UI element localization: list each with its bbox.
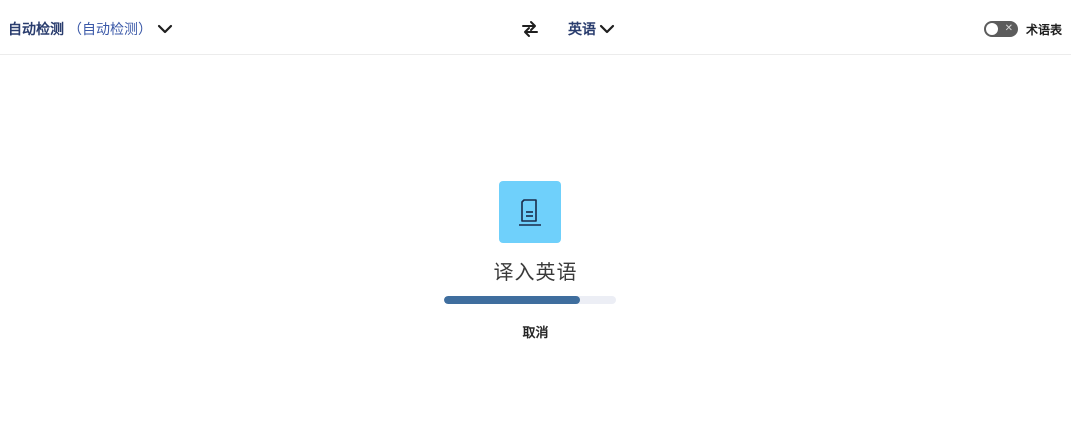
chevron-down-icon — [599, 24, 615, 34]
source-language-selector[interactable]: 自动检测 （自动检测） — [8, 18, 174, 40]
document-tile — [499, 181, 561, 243]
glossary-label: 术语表 — [1025, 22, 1062, 37]
target-language-selector[interactable]: 英语 — [568, 18, 616, 40]
detected-language-label: （自动检测） — [68, 22, 152, 38]
chevron-down-icon — [157, 24, 173, 34]
toggle-knob — [985, 23, 998, 35]
target-language-label: 英语 — [568, 22, 596, 38]
toolbar: 自动检测 （自动检测） 英语 ✕ 术语表 — [0, 0, 1071, 55]
toggle-off-icon: ✕ — [1004, 23, 1013, 34]
swap-arrows-icon — [522, 21, 538, 37]
source-language-label: 自动检测 — [8, 22, 64, 38]
glossary-control: ✕ 术语表 — [983, 19, 1062, 39]
cancel-button[interactable]: 取消 — [522, 326, 548, 341]
swap-languages-button[interactable] — [518, 17, 542, 41]
glossary-toggle[interactable]: ✕ — [983, 21, 1018, 37]
document-icon — [519, 199, 541, 226]
cancel-container: 取消 — [0, 322, 1071, 341]
translation-progress-bar — [444, 296, 616, 304]
progress-fill — [444, 296, 580, 304]
translation-status-text: 译入英语 — [493, 260, 578, 284]
